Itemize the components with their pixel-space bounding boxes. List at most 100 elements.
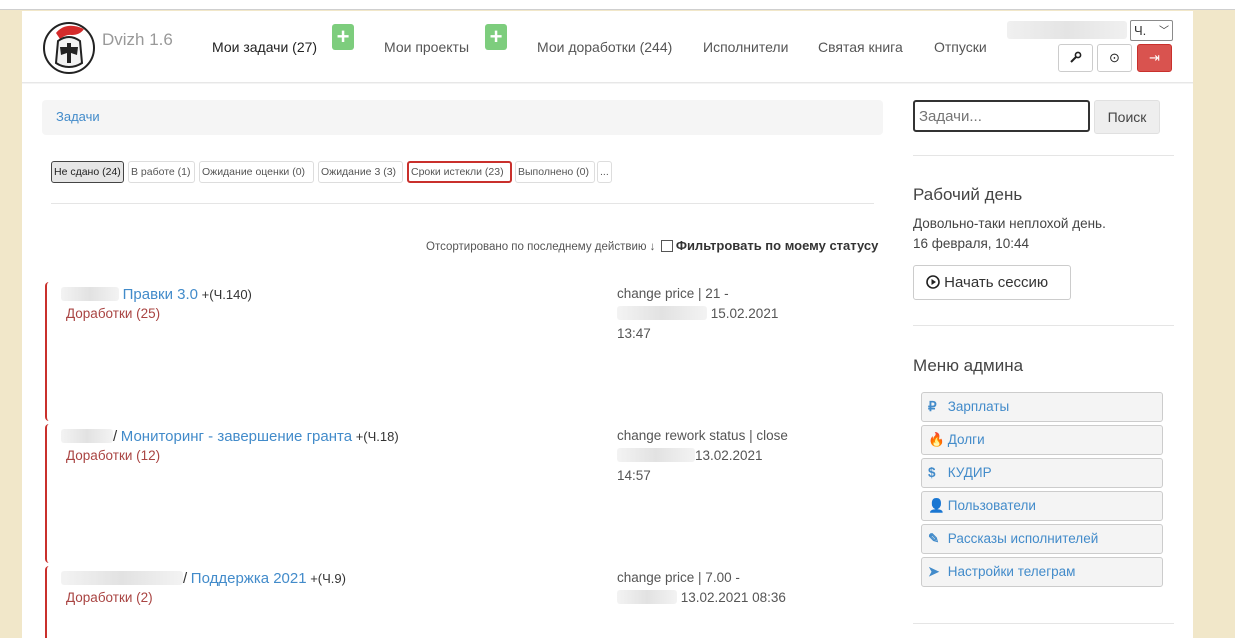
user-icon: 👤 — [928, 498, 945, 513]
client-name-redacted — [61, 287, 119, 301]
language-value: Ч. — [1134, 23, 1147, 38]
play-circle-icon — [926, 275, 940, 289]
navbar-divider — [22, 83, 1193, 84]
chevron-down-icon: ﹀ — [1159, 26, 1169, 37]
admin-item-debts[interactable]: 🔥 Долги — [921, 425, 1163, 455]
admin-item-kudir[interactable]: $ КУДИР — [921, 458, 1163, 488]
task-title: / Мониторинг - завершение гранта +(Ч.18) — [61, 428, 399, 445]
nav-my-reworks[interactable]: Мои доработки (244) — [537, 39, 672, 55]
logout-icon: ⇥ — [1149, 50, 1160, 65]
task-estimate: +(Ч.18) — [355, 429, 399, 444]
admin-item-salaries[interactable]: ₽ Зарплаты — [921, 392, 1163, 422]
task-project-link[interactable]: Мониторинг - завершение гранта — [121, 428, 352, 445]
start-session-label: Начать сессию — [944, 274, 1049, 291]
admin-item-label: Рассказы исполнителей — [947, 531, 1099, 546]
filter-more[interactable]: ... — [597, 161, 612, 183]
fire-icon: 🔥 — [928, 432, 945, 447]
task-reworks-link[interactable]: Доработки (2) — [66, 590, 153, 605]
task-title: / Поддержка 2021 +(Ч.9) — [61, 570, 346, 587]
filter-awaiting-3[interactable]: Ожидание 3 (3) — [318, 161, 403, 183]
spartan-helmet-logo-icon[interactable] — [42, 19, 96, 75]
task-action-time: 13:47 — [617, 326, 651, 341]
breadcrumb-tasks-link[interactable]: Задачи — [56, 109, 100, 124]
admin-item-telegram-settings[interactable]: ➤ Настройки телеграм — [921, 557, 1163, 587]
task-action-date: 13.02.2021 08:36 — [680, 590, 786, 605]
task-action-time: 14:57 — [617, 468, 651, 483]
task-last-action: change price | 7.00 - 13.02.2021 08:36 — [617, 568, 786, 608]
clock-icon: ⊙ — [1109, 50, 1120, 65]
client-name-redacted — [61, 429, 113, 443]
admin-item-label: Настройки телеграм — [947, 564, 1076, 579]
nav-vacations[interactable]: Отпуски — [934, 39, 987, 55]
admin-item-label: Долги — [947, 432, 985, 447]
task-action-date: 13.02.2021 — [695, 448, 763, 463]
task-action-date: 15.02.2021 — [710, 306, 779, 321]
task-action-text: change price | 21 - — [617, 286, 729, 301]
filter-done[interactable]: Выполнено (0) — [515, 161, 595, 183]
filters-divider — [51, 203, 874, 204]
wrench-icon — [1069, 51, 1081, 63]
task-last-action: change price | 21 - 15.02.2021 13:47 — [617, 284, 778, 344]
user-name-redacted — [1007, 21, 1127, 39]
start-session-button[interactable]: Начать сессию — [913, 265, 1071, 300]
task-project-link[interactable]: Поддержка 2021 — [191, 570, 307, 587]
sort-order-label[interactable]: Отсортировано по последнему действию ↓ — [426, 241, 655, 253]
sort-bar: Отсортировано по последнему действию ↓ Ф… — [426, 238, 878, 253]
sidebar-divider — [913, 325, 1174, 326]
filter-awaiting-estimate[interactable]: Ожидание оценки (0) — [199, 161, 314, 183]
admin-item-label: Пользователи — [947, 498, 1036, 513]
app-brand[interactable]: Dvizh 1.6 — [102, 30, 173, 50]
task-action-text: change rework status | close — [617, 428, 788, 443]
task-action-text: change price | 7.00 - — [617, 570, 740, 585]
language-select[interactable]: Ч. ﹀ — [1130, 20, 1173, 41]
sidebar-divider — [913, 623, 1174, 624]
admin-item-users[interactable]: 👤 Пользователи — [921, 491, 1163, 521]
browser-top-strip — [0, 0, 1235, 10]
task-estimate: +(Ч.140) — [201, 287, 252, 302]
breadcrumb: Задачи — [42, 100, 883, 135]
settings-wrench-button[interactable] — [1058, 44, 1093, 72]
filter-deadline-expired[interactable]: Сроки истекли (23) — [407, 161, 512, 183]
workday-description: Довольно-таки неплохой день. — [913, 216, 1106, 231]
add-task-button[interactable]: + — [332, 24, 354, 50]
task-item: / Поддержка 2021 +(Ч.9) Доработки (2) ch… — [45, 566, 875, 638]
workday-heading: Рабочий день — [913, 185, 1023, 204]
filter-my-status-checkbox[interactable] — [660, 240, 673, 252]
task-title: Правки 3.0 +(Ч.140) — [61, 286, 252, 303]
task-search-input[interactable] — [913, 100, 1090, 132]
edit-icon: ✎ — [928, 531, 940, 546]
task-project-link[interactable]: Правки 3.0 — [123, 286, 198, 303]
admin-item-executor-stories[interactable]: ✎ Рассказы исполнителей — [921, 524, 1163, 554]
ruble-icon: ₽ — [928, 399, 937, 414]
filter-my-status-label[interactable]: Фильтровать по моему статусу — [676, 238, 878, 253]
filter-in-progress[interactable]: В работе (1) — [128, 161, 195, 183]
timer-button[interactable]: ⊙ — [1097, 44, 1132, 72]
workday-datetime: 16 февраля, 10:44 — [913, 236, 1030, 251]
nav-my-projects[interactable]: Мои проекты — [384, 39, 469, 55]
task-item: / Мониторинг - завершение гранта +(Ч.18)… — [45, 424, 875, 563]
filter-not-submitted[interactable]: Не сдано (24) — [51, 161, 124, 183]
task-reworks-link[interactable]: Доработки (25) — [66, 306, 160, 321]
dollar-icon: $ — [928, 465, 936, 480]
page-container: Dvizh 1.6 Мои задачи (27) + Мои проекты … — [22, 11, 1193, 638]
task-item: Правки 3.0 +(Ч.140) Доработки (25) chang… — [45, 282, 875, 421]
nav-executors[interactable]: Исполнители — [703, 39, 788, 55]
user-name-redacted — [617, 590, 677, 604]
navbar: Dvizh 1.6 Мои задачи (27) + Мои проекты … — [22, 11, 1193, 83]
user-name-redacted — [617, 448, 695, 462]
nav-holy-book[interactable]: Святая книга — [818, 39, 903, 55]
logout-button[interactable]: ⇥ — [1137, 44, 1172, 72]
search-button[interactable]: Поиск — [1094, 100, 1160, 134]
task-reworks-link[interactable]: Доработки (12) — [66, 448, 160, 463]
admin-menu-heading: Меню админа — [913, 356, 1024, 375]
sidebar-divider — [913, 155, 1174, 156]
send-icon: ➤ — [928, 564, 940, 579]
admin-item-label: Зарплаты — [947, 399, 1010, 414]
nav-my-tasks[interactable]: Мои задачи (27) — [212, 39, 317, 55]
user-name-redacted — [617, 306, 707, 320]
task-estimate: +(Ч.9) — [310, 571, 346, 586]
admin-item-label: КУДИР — [947, 465, 992, 480]
task-last-action: change rework status | close 13.02.2021 … — [617, 426, 788, 486]
client-name-redacted — [61, 571, 183, 585]
add-project-button[interactable]: + — [485, 24, 507, 50]
